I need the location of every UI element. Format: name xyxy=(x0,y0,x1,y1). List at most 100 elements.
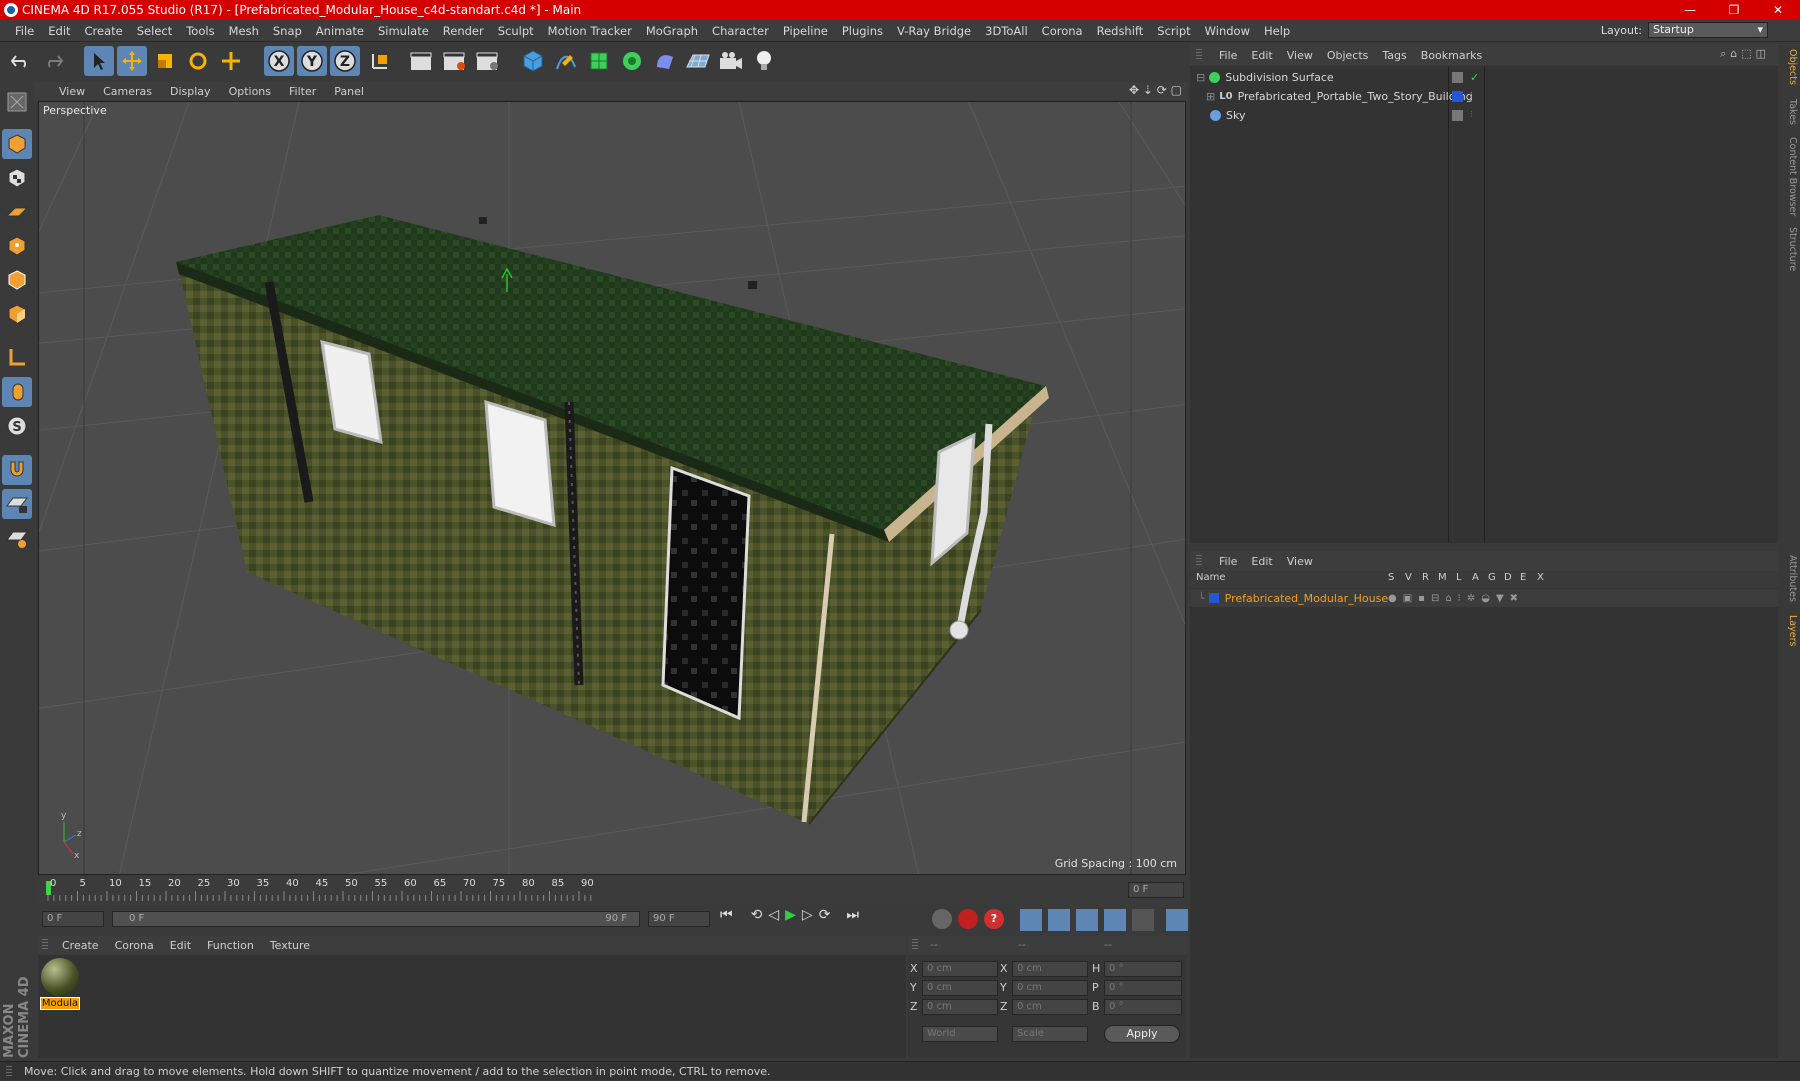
tab-takes[interactable]: Takes xyxy=(1781,99,1798,125)
column-xref[interactable]: X xyxy=(1537,572,1544,583)
menu-motion-tracker[interactable]: Motion Tracker xyxy=(541,20,639,42)
size-x-field[interactable]: 0 cm xyxy=(1012,961,1088,977)
material-menu-texture[interactable]: Texture xyxy=(262,939,318,952)
light-button[interactable] xyxy=(749,46,779,76)
polygons-mode-button[interactable] xyxy=(2,299,32,329)
tab-structure[interactable]: Structure xyxy=(1781,227,1798,271)
viewport-menu-options[interactable]: Options xyxy=(220,85,280,98)
object-menu-file[interactable]: File xyxy=(1212,49,1244,62)
menu-select[interactable]: Select xyxy=(130,20,179,42)
play-icon[interactable]: ▶ xyxy=(785,907,796,923)
object-row-building[interactable]: ⊞ L0 Prefabricated_Portable_Two_Story_Bu… xyxy=(1190,87,1778,105)
expand-toggle-icon[interactable]: ⊟ xyxy=(1196,71,1205,84)
viewport-menu-cameras[interactable]: Cameras xyxy=(94,85,161,98)
start-frame-field[interactable]: 0 F xyxy=(42,911,104,927)
column-name[interactable]: Name xyxy=(1196,572,1226,583)
viewport-menu-panel[interactable]: Panel xyxy=(325,85,373,98)
menu-3dtoall[interactable]: 3DToAll xyxy=(978,20,1035,42)
rotation-p-field[interactable]: 0 ° xyxy=(1104,980,1182,996)
points-mode-button[interactable] xyxy=(2,231,32,261)
object-menu-tags[interactable]: Tags xyxy=(1375,49,1413,62)
column-deformers[interactable]: D xyxy=(1504,572,1512,583)
end-frame-field[interactable]: 90 F xyxy=(648,911,710,927)
viewport-menu-display[interactable]: Display xyxy=(161,85,220,98)
column-expressions[interactable]: E xyxy=(1520,572,1526,583)
autokey-icon[interactable]: ? xyxy=(984,909,1004,929)
object-menu-objects[interactable]: Objects xyxy=(1320,49,1376,62)
rotation-b-field[interactable]: 0 ° xyxy=(1104,999,1182,1015)
locked-workplane-button[interactable] xyxy=(2,489,32,519)
column-manager[interactable]: M xyxy=(1438,572,1447,583)
pen-spline-button[interactable] xyxy=(551,46,581,76)
visibility-dots-icon[interactable]: ⁝ xyxy=(1470,91,1473,101)
key-scale-icon[interactable] xyxy=(1048,909,1070,931)
previous-keyframe-icon[interactable]: ⟲ xyxy=(751,907,763,923)
expand-toggle-icon[interactable]: ⊞ xyxy=(1206,90,1215,103)
scale-tool-button[interactable] xyxy=(150,46,180,76)
material-swatch[interactable]: Modula xyxy=(40,958,80,1010)
column-animation[interactable]: A xyxy=(1472,572,1479,583)
object-menu-edit[interactable]: Edit xyxy=(1244,49,1279,62)
column-solo[interactable]: S xyxy=(1388,572,1394,583)
key-rotation-icon[interactable] xyxy=(1076,909,1098,931)
layer-color-icon[interactable] xyxy=(1208,593,1219,603)
undo-button[interactable] xyxy=(6,46,36,76)
material-menu-create[interactable]: Create xyxy=(54,939,107,952)
deformer-button[interactable] xyxy=(650,46,680,76)
visibility-dots-icon[interactable] xyxy=(1452,109,1463,121)
redo-button[interactable] xyxy=(38,46,68,76)
key-position-icon[interactable] xyxy=(1020,909,1042,931)
transform-tool-button[interactable] xyxy=(216,46,246,76)
x-axis-toggle[interactable]: X xyxy=(264,46,294,76)
visibility-dots-icon[interactable]: ⁝ xyxy=(1470,110,1473,120)
material-menu-edit[interactable]: Edit xyxy=(162,939,199,952)
coordinate-mode-dropdown[interactable]: World xyxy=(922,1026,998,1042)
menu-snap[interactable]: Snap xyxy=(266,20,309,42)
menu-window[interactable]: Window xyxy=(1198,20,1257,42)
current-frame-field[interactable]: 0 F xyxy=(1128,882,1184,898)
motion-record-icon[interactable] xyxy=(932,909,952,929)
render-view-button[interactable] xyxy=(406,46,436,76)
make-editable-button[interactable] xyxy=(2,87,32,117)
enabled-check-icon[interactable]: ✓ xyxy=(1470,71,1479,84)
render-settings-button[interactable] xyxy=(472,46,502,76)
menu-plugins[interactable]: Plugins xyxy=(835,20,890,42)
viewport-camera-label[interactable]: Perspective xyxy=(43,104,107,117)
restore-button[interactable]: ❐ xyxy=(1712,0,1756,20)
layer-menu-file[interactable]: File xyxy=(1212,555,1244,568)
menu-pipeline[interactable]: Pipeline xyxy=(776,20,835,42)
layer-menu-view[interactable]: View xyxy=(1280,555,1320,568)
snap-button[interactable] xyxy=(2,455,32,485)
planar-workplane-button[interactable] xyxy=(2,523,32,553)
menu-mograph[interactable]: MoGraph xyxy=(639,20,705,42)
go-to-start-icon[interactable]: ⏮ xyxy=(720,907,733,923)
position-y-field[interactable]: 0 cm xyxy=(922,980,998,996)
menu-animate[interactable]: Animate xyxy=(309,20,371,42)
viewport-menu-filter[interactable]: Filter xyxy=(280,85,325,98)
tab-content-browser[interactable]: Content Browser xyxy=(1781,137,1798,216)
enable-axis-button[interactable] xyxy=(2,343,32,373)
subdivision-surface-button[interactable] xyxy=(584,46,614,76)
position-x-field[interactable]: 0 cm xyxy=(922,961,998,977)
position-z-field[interactable]: 0 cm xyxy=(922,999,998,1015)
live-selection-button[interactable] xyxy=(84,46,114,76)
camera-button[interactable] xyxy=(716,46,746,76)
z-axis-toggle[interactable]: Z xyxy=(330,46,360,76)
column-view[interactable]: V xyxy=(1405,572,1412,583)
size-y-field[interactable]: 0 cm xyxy=(1012,980,1088,996)
apply-button[interactable]: Apply xyxy=(1104,1025,1180,1043)
object-menu-view[interactable]: View xyxy=(1280,49,1320,62)
close-button[interactable]: ✕ xyxy=(1756,0,1800,20)
menu-redshift[interactable]: Redshift xyxy=(1090,20,1151,42)
size-z-field[interactable]: 0 cm xyxy=(1012,999,1088,1015)
floor-button[interactable] xyxy=(683,46,713,76)
layer-color-icon[interactable] xyxy=(1452,90,1463,102)
viewport-menu-view[interactable]: View xyxy=(50,85,94,98)
column-generators[interactable]: G xyxy=(1488,572,1496,583)
visibility-dots-icon[interactable] xyxy=(1452,71,1463,83)
layer-row[interactable]: └ Prefabricated_Modular_House ●▣▪⊟⌂⁝✲◒▼✖ xyxy=(1190,589,1778,607)
minimize-button[interactable]: — xyxy=(1668,0,1712,20)
layer-toggle-icons[interactable]: ●▣▪⊟⌂⁝✲◒▼✖ xyxy=(1388,593,1524,604)
edges-mode-button[interactable] xyxy=(2,265,32,295)
solo-button[interactable]: S xyxy=(2,411,32,441)
